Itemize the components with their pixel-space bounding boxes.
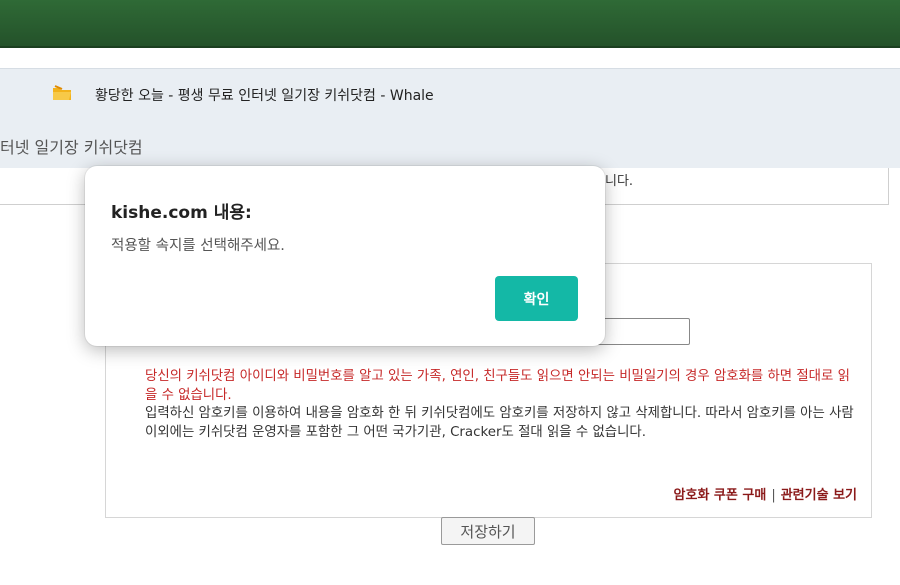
encryption-key-input[interactable] (595, 318, 690, 345)
notice-warning: 당신의 키쉬닷컴 아이디와 비밀번호를 알고 있는 가족, 연인, 친구들도 읽… (145, 369, 850, 403)
window-title: 황당한 오늘 - 평생 무료 인터넷 일기장 키쉬닷컴 - Whale (95, 88, 434, 104)
browser-top-bar (0, 0, 900, 48)
link-separator: | (771, 488, 776, 503)
buy-coupon-link[interactable]: 암호화 쿠폰 구매 (674, 488, 767, 503)
save-button[interactable]: 저장하기 (441, 517, 535, 545)
ok-button[interactable]: 확인 (495, 276, 578, 321)
folder-icon (52, 84, 72, 102)
site-title: 터넷 일기장 키쉬닷컴 (0, 138, 143, 157)
tech-info-link[interactable]: 관련기술 보기 (781, 488, 857, 503)
partial-text: 니다. (605, 174, 634, 189)
dialog-message: 적용할 속지를 선택해주세요. (111, 238, 285, 254)
dialog-title: kishe.com 내용: (111, 203, 252, 223)
notice-info: 입력하신 암호키를 이용하여 내용을 암호화 한 뒤 키쉬닷컴에도 암호키를 저… (145, 406, 854, 440)
encryption-links: 암호화 쿠폰 구매 | 관련기술 보기 (674, 484, 857, 503)
encryption-notice: 당신의 키쉬닷컴 아이디와 비밀번호를 알고 있는 가족, 연인, 친구들도 읽… (145, 368, 857, 442)
alert-dialog: kishe.com 내용: 적용할 속지를 선택해주세요. 확인 (85, 166, 605, 346)
